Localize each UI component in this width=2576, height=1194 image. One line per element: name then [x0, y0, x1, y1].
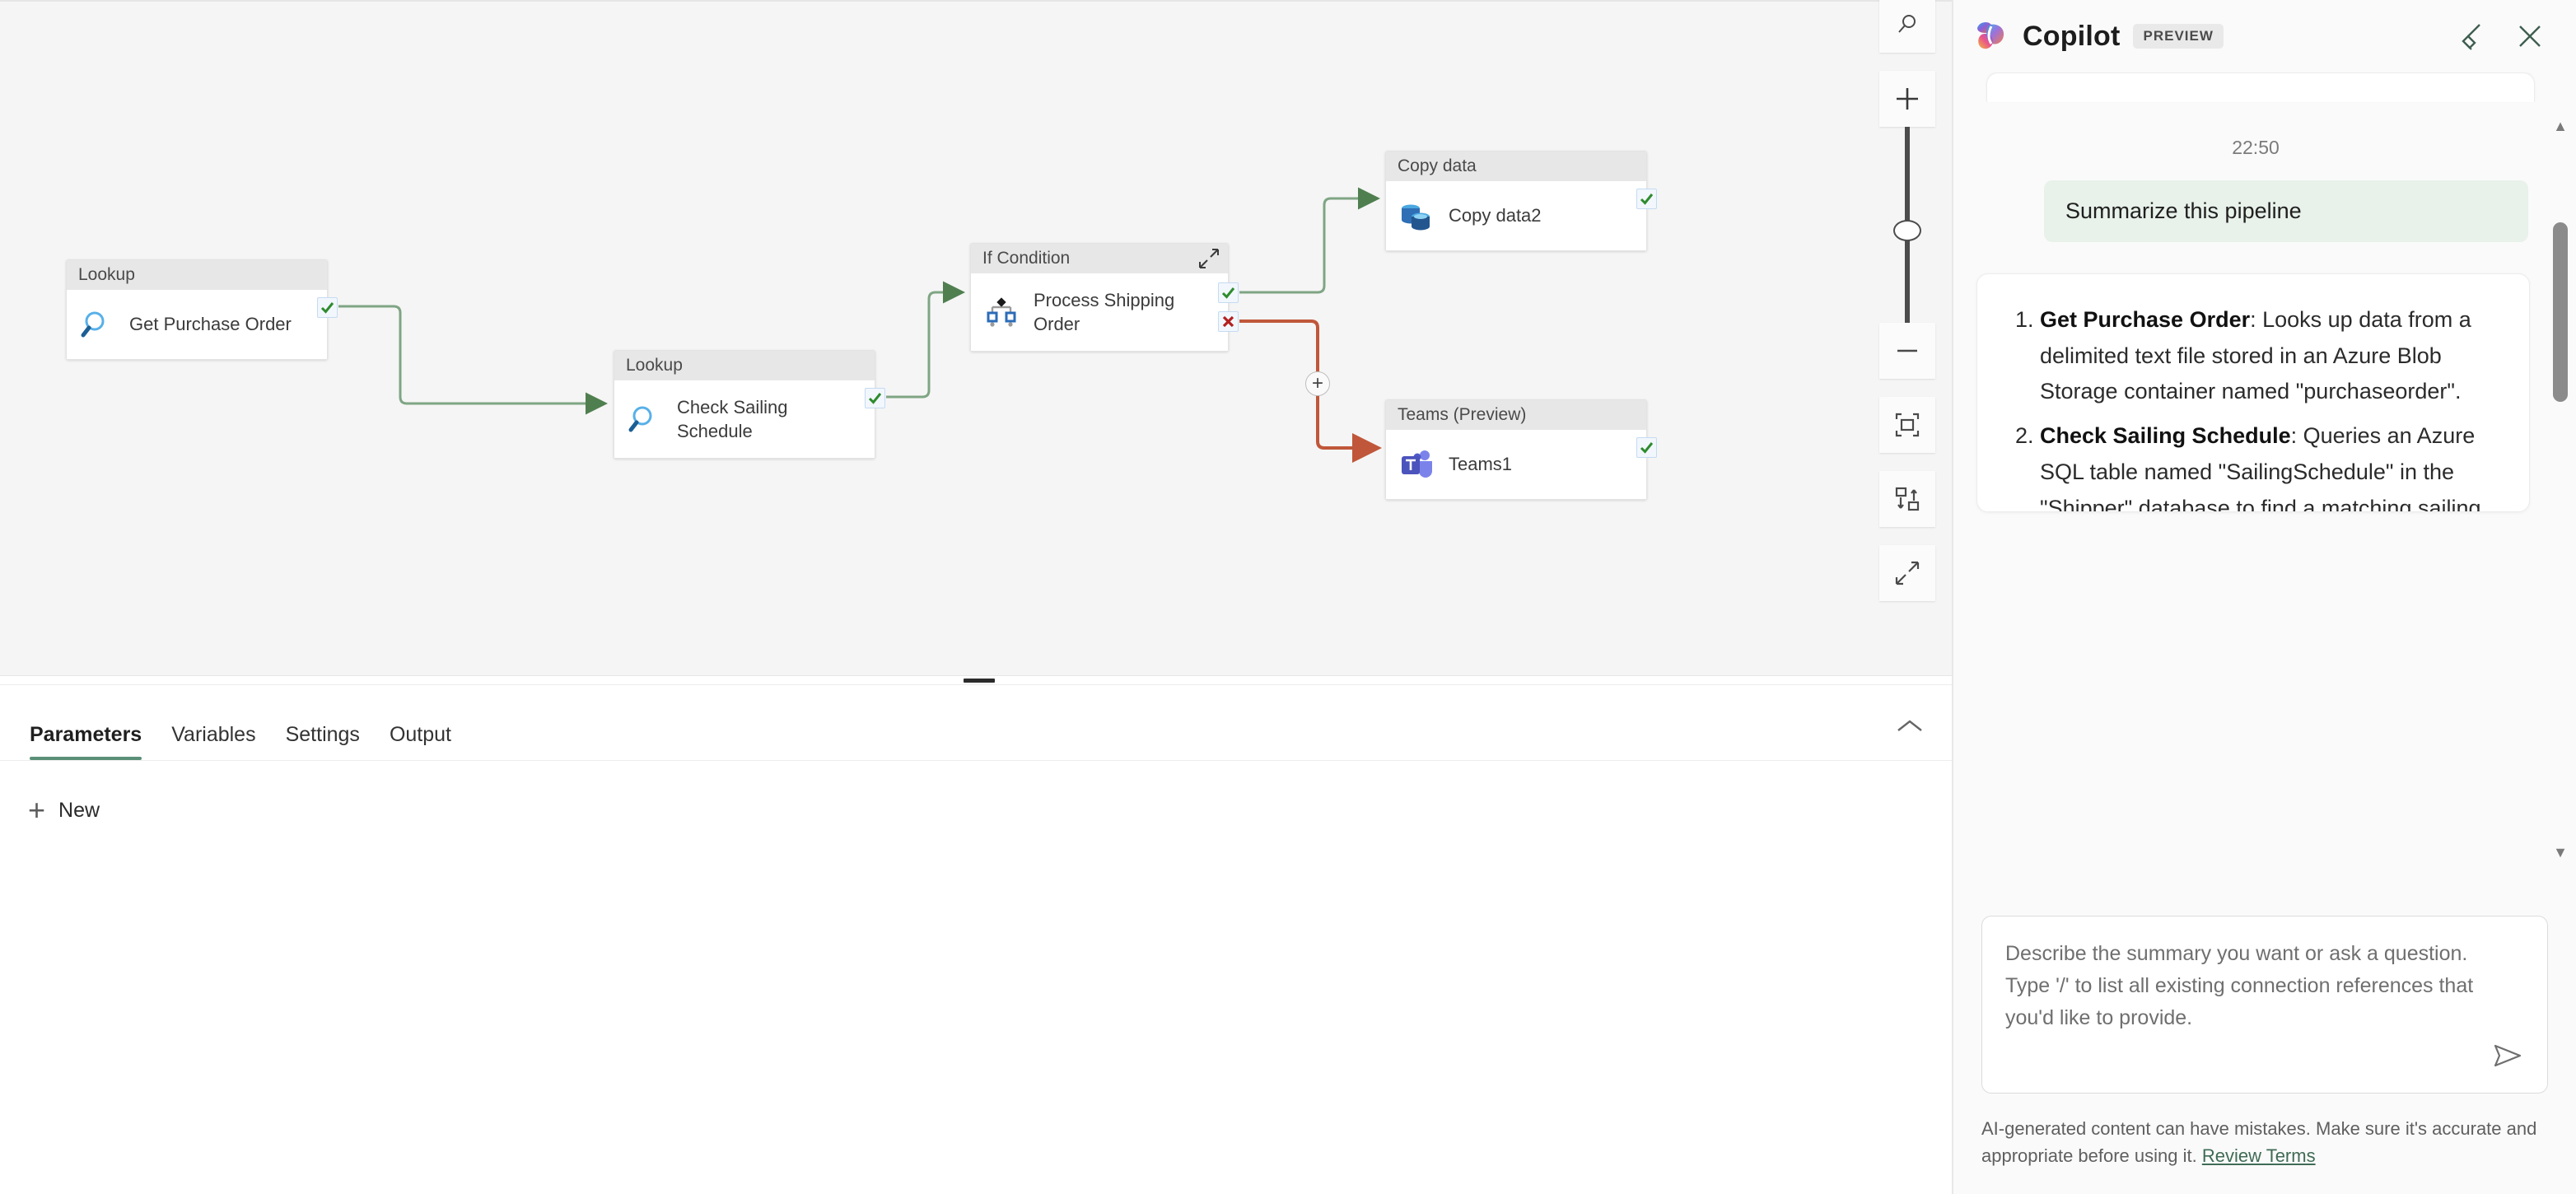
copy-data-icon: [1399, 198, 1434, 233]
magnifier-icon: [628, 402, 662, 436]
list-item-term: Check Sailing Schedule: [2040, 423, 2291, 449]
expand-icon[interactable]: [1879, 545, 1935, 601]
send-icon[interactable]: [2485, 1033, 2529, 1078]
chat-input-placeholder: Describe the summary you want or ask a q…: [2005, 942, 2474, 1029]
tab-variables[interactable]: Variables: [156, 723, 270, 760]
node-type-label: If Condition: [971, 244, 1228, 273]
zoom-slider[interactable]: [1893, 127, 1921, 323]
preview-badge: PREVIEW: [2133, 24, 2224, 49]
message-timestamp: 22:50: [2232, 137, 2280, 158]
review-terms-link[interactable]: Review Terms: [2202, 1145, 2316, 1166]
node-output-failure-port[interactable]: [1218, 311, 1239, 332]
fit-to-screen-icon[interactable]: [1879, 397, 1935, 453]
scrollbar-thumb[interactable]: [2553, 222, 2568, 402]
node-name-label: Teams1: [1449, 454, 1513, 475]
copilot-logo-icon: [1973, 16, 2009, 57]
panel-splitter[interactable]: [0, 675, 1952, 685]
node-type-label: Teams (Preview): [1386, 400, 1646, 430]
scroll-down-arrow-icon[interactable]: ▼: [2553, 845, 2568, 860]
node-body: Process Shipping Order: [971, 273, 1228, 352]
pipeline-node-teams1[interactable]: Teams (Preview) Teams1: [1385, 399, 1657, 500]
pipeline-node-process-shipping-order[interactable]: If Condition Process Shipping Order: [970, 243, 1239, 352]
node-body: Get Purchase Order: [67, 290, 327, 359]
conversation-scrollbar[interactable]: ▲ ▼: [2550, 119, 2571, 860]
assistant-response-list: Get Purchase Order: Looks up data from a…: [2002, 302, 2504, 511]
pipeline-editor-app: Lookup Get Purchase Order Lookup Check S…: [0, 0, 2576, 1194]
list-item: Check Sailing Schedule: Queries an Azure…: [2040, 418, 2504, 511]
teams-icon: [1399, 447, 1434, 482]
node-output-success-port[interactable]: [317, 297, 338, 318]
zoom-in-icon[interactable]: [1879, 71, 1935, 127]
scroll-up-arrow-icon[interactable]: ▲: [2553, 119, 2568, 133]
tab-output[interactable]: Output: [375, 723, 466, 760]
editor-region: Lookup Get Purchase Order Lookup Check S…: [0, 0, 1953, 1194]
copilot-panel: Copilot PREVIEW 22:50 Summarize this pip…: [1953, 0, 2576, 1194]
tab-settings[interactable]: Settings: [271, 723, 375, 760]
pipeline-node-copy-data2[interactable]: Copy data Copy data2: [1385, 151, 1657, 251]
previous-message-card-partial: [1986, 72, 2535, 102]
pipeline-canvas[interactable]: Lookup Get Purchase Order Lookup Check S…: [0, 0, 1952, 675]
node-type-text: If Condition: [982, 249, 1071, 268]
chat-input-box[interactable]: Describe the summary you want or ask a q…: [1981, 916, 2548, 1094]
node-body: Teams1: [1386, 430, 1646, 499]
new-parameter-button[interactable]: + New: [0, 761, 1952, 860]
node-name-label: Check Sailing Schedule: [677, 397, 788, 442]
node-type-label: Lookup: [67, 260, 327, 290]
copilot-conversation[interactable]: 22:50 Summarize this pipeline Get Purcha…: [1953, 72, 2576, 907]
node-name-label: Copy data2: [1449, 205, 1542, 226]
node-body: Copy data2: [1386, 181, 1646, 250]
search-icon[interactable]: [1879, 0, 1935, 53]
node-output-success-port[interactable]: [1636, 437, 1657, 458]
node-name-label: Get Purchase Order: [129, 314, 292, 335]
user-message-bubble: Summarize this pipeline: [2044, 180, 2528, 242]
add-activity-button[interactable]: +: [1305, 371, 1330, 396]
node-body: Check Sailing Schedule: [614, 380, 875, 459]
list-item: Get Purchase Order: Looks up data from a…: [2040, 302, 2504, 410]
properties-panel: Parameters Variables Settings Output + N…: [0, 685, 1952, 1194]
canvas-zoom-toolbar: [1879, 0, 1935, 601]
copilot-header-actions: [2451, 18, 2548, 54]
branch-icon: [984, 295, 1019, 329]
canvas-top-edge: [0, 0, 1952, 2]
node-output-success-port[interactable]: [1636, 189, 1657, 209]
properties-tabbar: Parameters Variables Settings Output: [0, 685, 1952, 761]
assistant-response-card: Get Purchase Order: Looks up data from a…: [1976, 273, 2530, 512]
node-output-success-port[interactable]: [865, 388, 885, 408]
pipeline-node-get-purchase-order[interactable]: Lookup Get Purchase Order: [66, 259, 338, 360]
zoom-slider-thumb[interactable]: [1893, 220, 1921, 241]
copilot-title: Copilot: [2023, 20, 2121, 52]
node-type-label: Lookup: [614, 351, 875, 380]
splitter-drag-handle[interactable]: [964, 679, 995, 683]
composer-region: Describe the summary you want or ask a q…: [1953, 907, 2576, 1094]
magnifier-icon: [80, 307, 114, 342]
zoom-out-icon[interactable]: [1879, 323, 1935, 379]
node-output-success-port[interactable]: [1218, 282, 1239, 303]
chevron-up-icon[interactable]: [1891, 707, 1929, 745]
auto-align-icon[interactable]: [1879, 471, 1935, 527]
node-type-label: Copy data: [1386, 152, 1646, 181]
node-name-label: Process Shipping Order: [1034, 290, 1175, 335]
plus-icon: +: [28, 793, 46, 827]
list-item-term: Get Purchase Order: [2040, 307, 2251, 332]
tab-parameters[interactable]: Parameters: [15, 723, 156, 760]
pipeline-node-check-sailing-schedule[interactable]: Lookup Check Sailing Schedule: [614, 350, 885, 459]
scrollbar-track[interactable]: [2550, 133, 2571, 845]
broom-icon[interactable]: [2451, 18, 2487, 54]
copilot-header: Copilot PREVIEW: [1953, 0, 2576, 72]
ai-disclaimer: AI-generated content can have mistakes. …: [1953, 1094, 2576, 1169]
new-parameter-label: New: [58, 798, 100, 822]
expand-icon[interactable]: [1198, 248, 1220, 269]
close-icon[interactable]: [2512, 18, 2548, 54]
